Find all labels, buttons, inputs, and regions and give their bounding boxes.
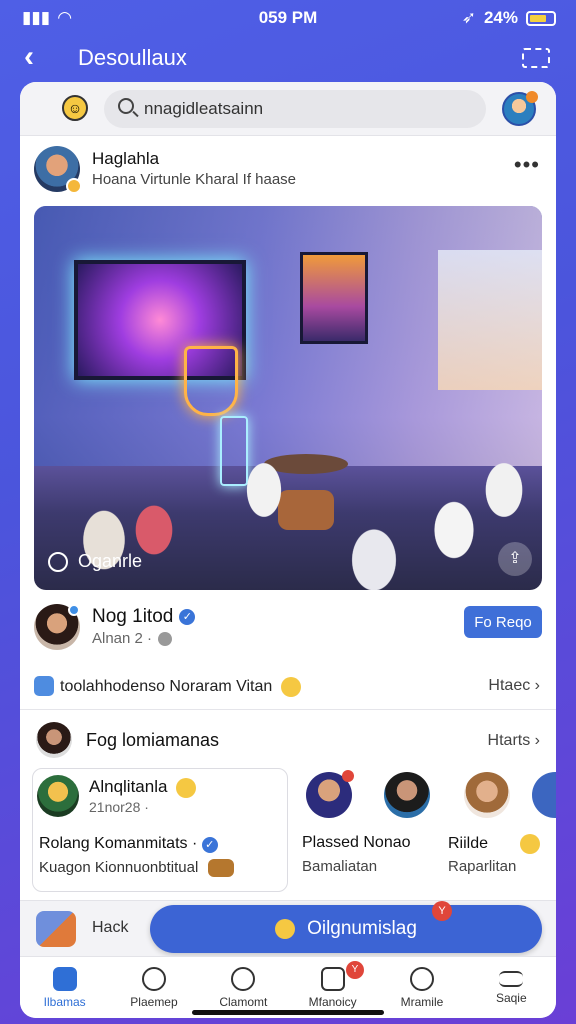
follow-button[interactable]: Fo Reqo: [464, 606, 542, 638]
tab-chat[interactable]: Mramile: [377, 957, 466, 1018]
thumbs-up-icon: [275, 918, 296, 939]
main-action-label: Oilgnumislag: [307, 918, 417, 939]
mini-post-name: Alnqlitanla: [89, 777, 168, 796]
mini-post-time: 21nor28 ·: [89, 799, 149, 815]
group-link[interactable]: Htarts: [488, 732, 531, 749]
person-name[interactable]: Plassed Nonao: [302, 834, 411, 852]
tab-messages[interactable]: Y Mfanoicy: [288, 957, 377, 1018]
cookie-icon: [208, 859, 235, 878]
back-arrow-icon[interactable]: ‹: [24, 40, 34, 74]
mini-post-avatar: [37, 775, 79, 817]
author-row: Nog 1itod ✓ Alnan 2 · Fo Reqo: [20, 600, 556, 656]
mini-post-subtitle: Kuagon Kionnuonbtitual: [39, 859, 199, 876]
search-icon: [141, 967, 166, 991]
search-icon: [118, 98, 134, 114]
action-badge: Y: [432, 901, 452, 921]
mini-post-card[interactable]: Alnqlitanla 21nor28 · Rolang Komanmitats…: [32, 768, 288, 892]
tab-label: Plaemep: [130, 995, 178, 1009]
image-window: [438, 250, 542, 390]
smile-emoji-icon: [520, 834, 541, 854]
person-subtitle: Bamaliatan: [302, 858, 378, 875]
search-box[interactable]: [104, 90, 486, 128]
tab-label: Mfanoicy: [308, 995, 357, 1009]
mini-post-title: Rolang Komanmitats ·: [39, 835, 198, 852]
tab-home[interactable]: Ilbamas: [20, 957, 109, 1018]
badge-icon: [66, 178, 82, 194]
main-action-button[interactable]: Oilgnumislag: [150, 905, 542, 953]
people-avatars: [302, 770, 556, 832]
author-name[interactable]: Nog 1itod: [92, 606, 173, 628]
strip-label[interactable]: Hack: [92, 919, 128, 937]
notification-dot: [342, 770, 354, 782]
person-avatar[interactable]: [532, 772, 556, 818]
author-meta: Alnan 2 ·: [92, 630, 153, 647]
info-icon: [34, 676, 54, 696]
tab-menu[interactable]: Saqie: [467, 957, 556, 1018]
post-header: Haglahla Hoana Virtunle Kharal If haase …: [20, 144, 556, 202]
messages-icon: [320, 967, 345, 991]
image-trophy-hologram: [184, 346, 238, 416]
person-avatar[interactable]: [384, 772, 430, 818]
online-dot: [68, 604, 80, 616]
profile-avatar[interactable]: [502, 91, 538, 126]
info-row[interactable]: toolahhodenso Noraram Vitan Htaec ›: [20, 664, 556, 710]
chat-icon: [409, 967, 434, 991]
tab-label: Mramile: [400, 995, 444, 1009]
post-subtitle: Hoana Virtunle Kharal If haase: [92, 171, 297, 188]
emoji-icon[interactable]: ☺: [62, 95, 88, 121]
person-avatar[interactable]: [464, 772, 510, 818]
clock-icon: [158, 631, 173, 646]
puzzle-icon[interactable]: [36, 911, 76, 947]
feed-card: ☺ Haglahla Hoana Virtunle Kharal If haas…: [20, 82, 556, 1018]
person-avatar[interactable]: [306, 770, 354, 818]
bottom-tab-bar: Ilbamas Plaemep Clamomt Y Mfanoicy Mrami…: [20, 956, 556, 1018]
page-title: Desoullaux: [78, 45, 187, 70]
home-indicator: [192, 1010, 384, 1015]
info-link[interactable]: Htaec: [488, 677, 530, 694]
verified-icon: ✓: [201, 837, 218, 853]
image-caption: Oganrle: [48, 551, 142, 572]
group-title: Fog lomiamanas: [86, 730, 220, 750]
tab-label: Saqie: [495, 991, 527, 1005]
location-icon: ➶: [461, 8, 476, 27]
post-author-avatar[interactable]: [34, 146, 82, 194]
circle-icon: [48, 551, 68, 572]
tab-label: Ilbamas: [43, 995, 86, 1009]
share-icon[interactable]: ⇪: [498, 542, 532, 576]
chevron-right-icon: ›: [534, 677, 540, 694]
more-icon[interactable]: •••: [514, 152, 540, 178]
top-bar: ‹ Desoullaux: [0, 36, 576, 78]
post-author-name[interactable]: Haglahla: [92, 149, 159, 169]
group-avatar: [36, 722, 72, 758]
chevron-right-icon: ›: [534, 732, 540, 749]
smile-emoji-icon: [176, 777, 197, 798]
person-subtitle: Raparlitan: [448, 858, 517, 875]
battery-icon: [526, 10, 556, 26]
post-image[interactable]: Oganrle ⇪: [34, 206, 542, 590]
action-strip: Hack Oilgnumislag Y: [20, 900, 556, 956]
notification-dot: [526, 91, 538, 103]
tab-badge: Y: [345, 961, 364, 979]
smile-emoji-icon: [280, 677, 301, 697]
menu-icon: [499, 971, 524, 987]
group-row[interactable]: Fog lomiamanas Htarts ›: [20, 716, 556, 768]
people-icon: [231, 967, 256, 991]
search-input[interactable]: [144, 98, 474, 120]
person-name[interactable]: Riilde: [448, 835, 488, 852]
home-icon: [52, 967, 77, 991]
tab-community[interactable]: Clamomt: [199, 957, 288, 1018]
tab-label: Clamomt: [219, 995, 268, 1009]
status-bar: ▮▮▮ ◠ 059 PM ➶ 24%: [0, 0, 576, 36]
verified-icon: ✓: [179, 609, 196, 625]
author-avatar[interactable]: [34, 604, 80, 650]
tab-search[interactable]: Plaemep: [109, 957, 198, 1018]
image-caption-text: Oganrle: [78, 551, 143, 571]
info-text: toolahhodenso Noraram Vitan: [60, 678, 273, 696]
image-screen-small: [300, 252, 368, 344]
battery-percent: 24%: [483, 8, 518, 27]
search-row: ☺: [20, 82, 556, 136]
more-options-icon[interactable]: [522, 48, 550, 68]
